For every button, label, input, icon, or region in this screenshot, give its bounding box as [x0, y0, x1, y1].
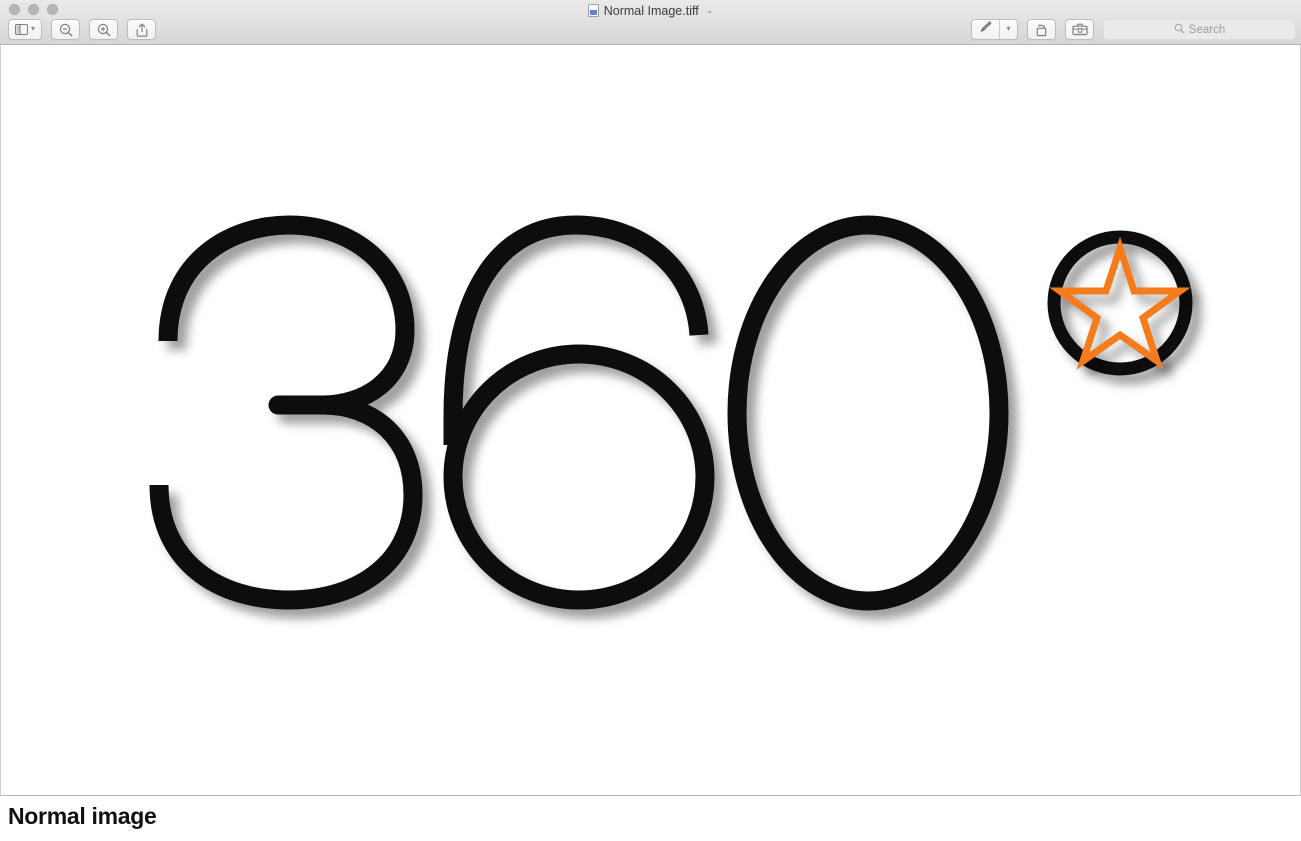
minimize-button[interactable] [28, 4, 39, 15]
markup-pen-button[interactable] [972, 20, 999, 39]
search-placeholder: Search [1188, 23, 1226, 36]
preview-window: Normal Image.tiff ⌄ ▾ ▾ Search [0, 0, 1301, 796]
pen-icon [979, 20, 993, 39]
zoom-button[interactable] [47, 4, 58, 15]
tiff-document-icon [587, 4, 599, 17]
window-title-text: Normal Image.tiff [603, 3, 699, 18]
digit-6 [443, 215, 715, 610]
artwork-360-degree [149, 215, 1193, 611]
chevron-down-icon[interactable]: ⌄ [706, 6, 714, 15]
rotate-left-button[interactable] [1027, 19, 1056, 40]
star-outline [1049, 236, 1191, 370]
figure-caption: Normal image [8, 803, 157, 829]
toolbar-right-group: ▾ Search [971, 19, 1296, 40]
degree-circle-with-star [1047, 230, 1193, 376]
search-icon [1174, 23, 1185, 37]
magnifier-plus-icon [97, 23, 111, 37]
zoom-out-button[interactable] [51, 19, 80, 40]
markup-pen-group[interactable]: ▾ [971, 19, 1018, 40]
markup-pen-options-button[interactable]: ▾ [999, 20, 1017, 39]
window-title: Normal Image.tiff ⌄ [0, 2, 1301, 19]
share-button[interactable] [127, 19, 156, 40]
toolbox-icon [1071, 23, 1088, 36]
rotate-left-icon [1035, 23, 1049, 37]
close-button[interactable] [9, 4, 20, 15]
search-input[interactable]: Search [1103, 19, 1296, 40]
zoom-in-button[interactable] [89, 19, 118, 40]
sidebar-icon [14, 24, 28, 35]
window-titlebar: Normal Image.tiff ⌄ ▾ ▾ Search [0, 0, 1301, 45]
image-canvas[interactable] [0, 45, 1301, 796]
sidebar-toggle-button[interactable]: ▾ [8, 19, 42, 40]
markup-toolbox-button[interactable] [1065, 19, 1094, 40]
traffic-lights [9, 4, 58, 15]
toolbar-left-group: ▾ [8, 19, 156, 40]
magnifier-minus-icon [59, 23, 73, 37]
digit-3 [149, 215, 423, 610]
chevron-down-icon[interactable]: ▾ [31, 24, 35, 33]
chevron-down-icon[interactable]: ▾ [1006, 24, 1010, 33]
digit-0 [727, 215, 1009, 611]
share-icon [136, 22, 148, 37]
